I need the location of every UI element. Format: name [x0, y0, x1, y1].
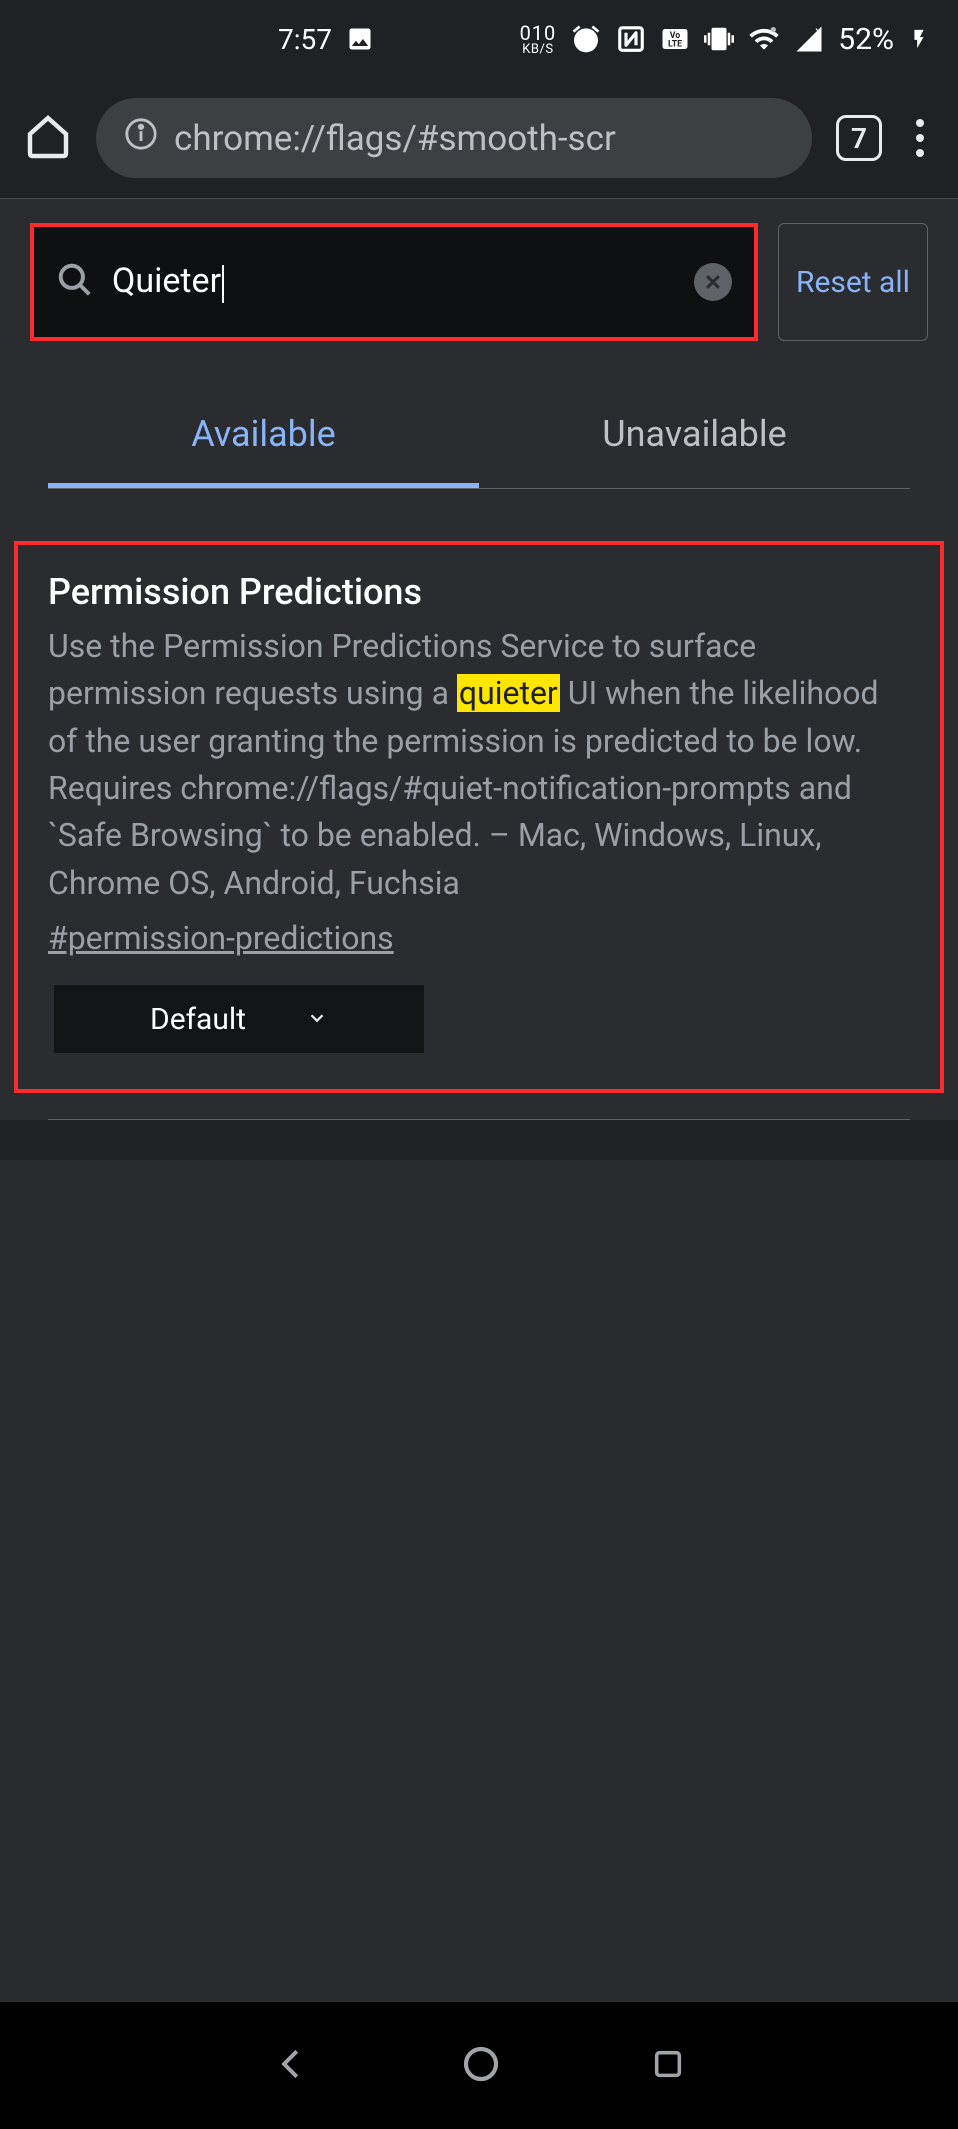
search-value: Quieter: [112, 261, 676, 302]
battery-percent: 52%: [838, 22, 894, 57]
charging-icon: [908, 23, 930, 55]
search-icon: [56, 261, 94, 303]
nfc-icon: [616, 24, 646, 54]
url-text: chrome://flags/#smooth-scr: [174, 118, 616, 159]
flag-state-select[interactable]: Default: [54, 985, 424, 1053]
picture-icon: [346, 25, 374, 53]
chevron-down-icon: [306, 1002, 328, 1037]
signal-icon: x: [794, 24, 824, 54]
alarm-icon: [570, 23, 602, 55]
url-bar[interactable]: chrome://flags/#smooth-scr: [96, 98, 812, 178]
clear-search-button[interactable]: [694, 263, 732, 301]
status-bar: 7:57 010 KB/S VoLTE x 52%: [0, 0, 958, 78]
android-nav-bar: [0, 2001, 958, 2129]
info-icon: [124, 117, 158, 160]
tab-available[interactable]: Available: [48, 385, 479, 488]
flag-anchor-link[interactable]: #permission-predictions: [48, 919, 394, 957]
status-time: 7:57: [278, 23, 332, 56]
tab-unavailable[interactable]: Unavailable: [479, 385, 910, 488]
reset-all-button[interactable]: Reset all: [778, 223, 928, 341]
tabs: Available Unavailable: [48, 385, 910, 489]
vibrate-icon: [704, 24, 734, 54]
svg-text:LTE: LTE: [668, 40, 682, 50]
divider: [48, 1119, 910, 1120]
svg-text:x: x: [816, 24, 822, 39]
tabs-button[interactable]: 7: [836, 115, 882, 161]
volte-icon: VoLTE: [660, 24, 690, 54]
flag-select-value: Default: [150, 1002, 246, 1037]
reset-all-label: Reset all: [796, 263, 910, 302]
wifi-icon: [748, 23, 780, 55]
back-button[interactable]: [273, 2045, 311, 2087]
search-flags-input[interactable]: Quieter: [30, 223, 758, 341]
search-highlight: quieter: [457, 674, 560, 712]
recents-button[interactable]: [651, 2047, 685, 2085]
home-button[interactable]: [461, 2044, 501, 2088]
network-speed-icon: 010 KB/S: [520, 23, 557, 56]
flags-page: Quieter Reset all Available Unavailable …: [0, 198, 958, 1120]
menu-button[interactable]: [906, 119, 934, 157]
flag-permission-predictions: Permission Predictions Use the Permissio…: [14, 541, 944, 1093]
browser-toolbar: chrome://flags/#smooth-scr 7: [0, 78, 958, 198]
home-icon[interactable]: [24, 112, 72, 164]
tabs-count: 7: [851, 122, 867, 155]
flag-title: Permission Predictions: [48, 571, 910, 613]
flag-description: Use the Permission Predictions Service t…: [48, 623, 910, 907]
